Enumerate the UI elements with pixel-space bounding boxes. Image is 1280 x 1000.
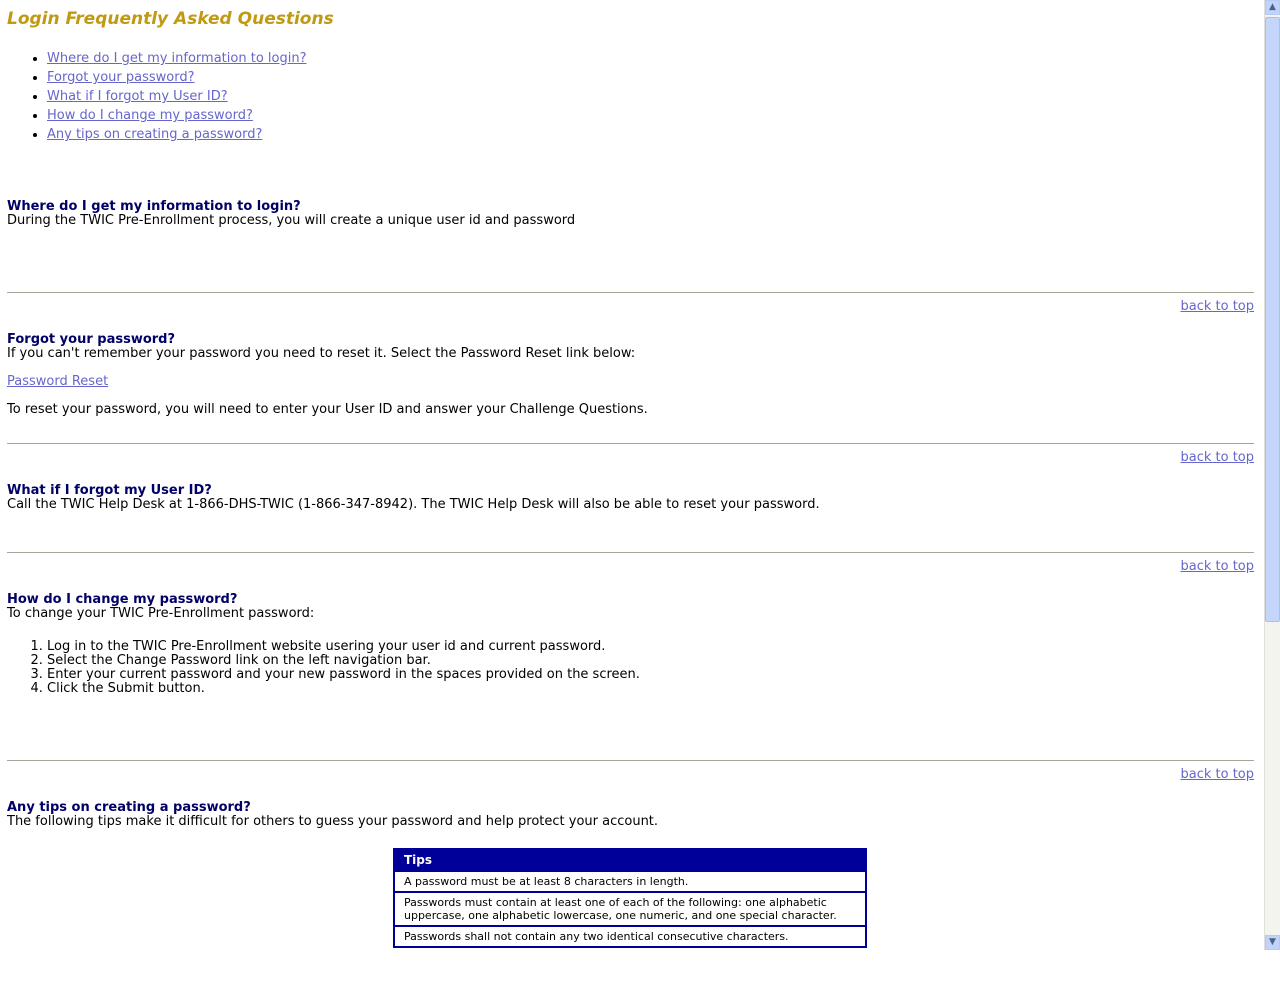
section-divider xyxy=(7,760,1254,761)
toc-item: Where do I get my information to login? xyxy=(47,49,306,68)
toc-link-forgot-userid[interactable]: What if I forgot my User ID? xyxy=(47,89,228,104)
step-item: Click the Submit button. xyxy=(47,682,640,696)
toc-link-password-tips[interactable]: Any tips on creating a password? xyxy=(47,127,262,142)
answer-login-info: During the TWIC Pre-Enrollment process, … xyxy=(7,213,576,228)
step-item: Log in to the TWIC Pre-Enrollment websit… xyxy=(47,640,640,654)
faq-toc: Where do I get my information to login? … xyxy=(7,49,306,144)
answer-forgot-password-detail: To reset your password, you will need to… xyxy=(7,402,648,417)
toc-item: Any tips on creating a password? xyxy=(47,125,306,144)
toc-item: Forgot your password? xyxy=(47,68,306,87)
back-to-top-link[interactable]: back to top xyxy=(1180,300,1254,314)
back-to-top-link[interactable]: back to top xyxy=(1180,768,1254,782)
question-login-info: Where do I get my information to login? xyxy=(7,199,301,214)
section-divider xyxy=(7,552,1254,553)
scroll-up-button[interactable]: ▲ xyxy=(1265,0,1280,15)
toc-link-change-password[interactable]: How do I change my password? xyxy=(47,108,253,123)
toc-link-forgot-password[interactable]: Forgot your password? xyxy=(47,70,195,85)
tips-table-header: Tips xyxy=(394,849,866,871)
chevron-down-icon: ▼ xyxy=(1269,937,1276,947)
answer-password-tips: The following tips make it difficult for… xyxy=(7,814,659,829)
answer-change-password: To change your TWIC Pre-Enrollment passw… xyxy=(7,606,315,621)
password-reset-link[interactable]: Password Reset xyxy=(7,375,108,389)
step-item: Enter your current password and your new… xyxy=(47,668,640,682)
tips-row: Passwords shall not contain any two iden… xyxy=(394,925,866,947)
answer-forgot-userid: Call the TWIC Help Desk at 1-866-DHS-TWI… xyxy=(7,497,820,512)
toc-item: What if I forgot my User ID? xyxy=(47,87,306,106)
tips-row: Passwords must contain at least one of e… xyxy=(394,891,866,926)
question-forgot-userid: What if I forgot my User ID? xyxy=(7,483,212,498)
page-viewport: Login Frequently Asked Questions Where d… xyxy=(0,0,1264,950)
scroll-down-button[interactable]: ▼ xyxy=(1265,935,1280,950)
step-item: Select the Change Password link on the l… xyxy=(47,654,640,668)
tips-table: Tips A password must be at least 8 chara… xyxy=(393,848,867,948)
question-forgot-password: Forgot your password? xyxy=(7,332,176,347)
change-password-steps: Log in to the TWIC Pre-Enrollment websit… xyxy=(7,640,640,696)
page-title: Login Frequently Asked Questions xyxy=(7,9,334,29)
section-divider xyxy=(7,443,1254,444)
section-divider xyxy=(7,292,1254,293)
scrollbar-thumb[interactable] xyxy=(1265,17,1280,622)
vertical-scrollbar[interactable]: ▲ ▼ xyxy=(1264,0,1280,950)
chevron-up-icon: ▲ xyxy=(1269,2,1276,12)
question-change-password: How do I change my password? xyxy=(7,592,238,607)
tips-row: A password must be at least 8 characters… xyxy=(394,870,866,892)
back-to-top-link[interactable]: back to top xyxy=(1180,560,1254,574)
toc-item: How do I change my password? xyxy=(47,106,306,125)
back-to-top-link[interactable]: back to top xyxy=(1180,451,1254,465)
answer-forgot-password: If you can't remember your password you … xyxy=(7,346,636,361)
toc-link-login-info[interactable]: Where do I get my information to login? xyxy=(47,51,306,66)
question-password-tips: Any tips on creating a password? xyxy=(7,800,251,815)
window-bottom-area xyxy=(0,950,1280,1000)
